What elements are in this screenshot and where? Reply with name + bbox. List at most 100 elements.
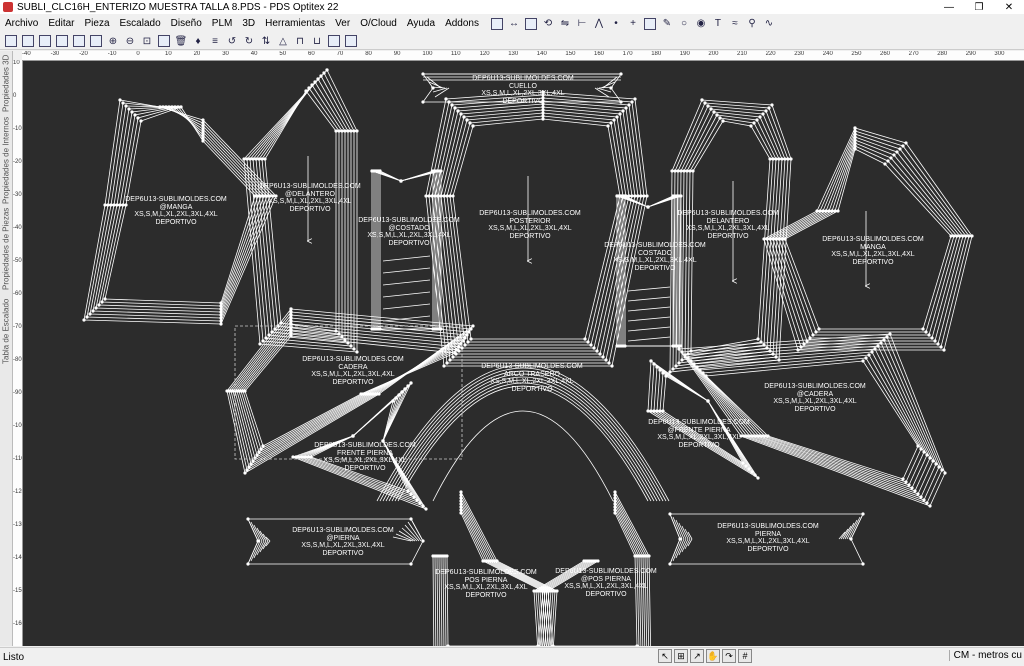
ruler-tick-label: 80 xyxy=(365,51,372,57)
grade-point xyxy=(451,194,455,198)
tab-propiedades-3d[interactable]: Propiedades 3D xyxy=(0,53,12,113)
grade-point xyxy=(97,303,101,307)
grade-point xyxy=(453,106,457,110)
save-icon[interactable] xyxy=(38,34,52,48)
new-file-icon[interactable] xyxy=(4,34,18,48)
grid-mode-icon[interactable]: # xyxy=(738,649,752,663)
grade-point xyxy=(952,234,956,238)
image-icon[interactable] xyxy=(327,34,341,48)
document-icon[interactable] xyxy=(344,34,358,48)
piece-pierna-right-grade xyxy=(678,522,687,540)
curve-tool-icon[interactable]: ∿ xyxy=(762,17,776,31)
grade-point xyxy=(786,157,790,161)
menu-editar[interactable]: Editar xyxy=(43,18,79,29)
tab-propiedades-piezas[interactable]: Propiedades de Piezas xyxy=(0,207,12,291)
hand-mode-icon[interactable]: ✋ xyxy=(706,649,720,663)
grade-point xyxy=(627,103,631,107)
curve-mode-icon[interactable]: ↷ xyxy=(722,649,736,663)
piece-label-pos-pierna-right: DEP6U13-SUBLIMOLDES.COM @POS PIERNA XS,S,M… xyxy=(555,568,657,598)
menu-herramientas[interactable]: Herramientas xyxy=(260,18,330,29)
copy-icon[interactable] xyxy=(72,34,86,48)
grade-point xyxy=(939,345,943,349)
align-icon[interactable]: ≡ xyxy=(208,34,222,48)
grade-point xyxy=(680,358,684,362)
grade-point xyxy=(668,562,672,566)
grade-point xyxy=(709,107,713,111)
circle-tool-icon[interactable]: ○ xyxy=(677,17,691,31)
grade-point xyxy=(133,113,137,117)
tab-tabla-escalado[interactable]: Tabla de Escalado xyxy=(0,295,12,367)
zoom-in-icon[interactable]: ⊕ xyxy=(106,34,120,48)
grade-point xyxy=(870,350,874,354)
drag-mode-icon[interactable]: ↗ xyxy=(690,649,704,663)
print-icon[interactable] xyxy=(55,34,69,48)
menu-pieza[interactable]: Pieza xyxy=(79,18,114,29)
tab-propiedades-internos[interactable]: Propiedades de Internos xyxy=(0,115,12,205)
piece-costado-right-grade xyxy=(627,326,671,332)
minimize-button[interactable]: — xyxy=(934,0,964,14)
pin-tool-icon[interactable]: ⚲ xyxy=(745,17,759,31)
menu-ver[interactable]: Ver xyxy=(330,18,355,29)
split-icon[interactable]: ⊓ xyxy=(293,34,307,48)
menu-plm[interactable]: PLM xyxy=(207,18,238,29)
menu-addons[interactable]: Addons xyxy=(440,18,484,29)
grade-point xyxy=(715,113,719,117)
menu-ocloud[interactable]: O/Cloud xyxy=(355,18,402,29)
flip-icon[interactable]: ⇅ xyxy=(259,34,273,48)
rotate-tool-icon[interactable]: ⟲ xyxy=(541,17,555,31)
grade-point xyxy=(677,361,681,365)
piece-label-cadera-right: DEP6U13-SUBLIMOLDES.COM @CADERA XS,S,M,L,X… xyxy=(764,383,866,413)
grade-point xyxy=(612,118,616,122)
grade-point xyxy=(756,337,760,341)
grade-point xyxy=(225,389,229,393)
globe-tool-icon[interactable]: ◉ xyxy=(694,17,708,31)
grade-point xyxy=(889,156,893,160)
marker-icon[interactable]: ♦ xyxy=(191,34,205,48)
grid-tool-icon[interactable] xyxy=(490,17,504,31)
point-tool-icon[interactable]: • xyxy=(609,17,623,31)
piece-costado-right-grade xyxy=(627,336,671,342)
menu-3d[interactable]: 3D xyxy=(237,18,260,29)
delete-icon[interactable]: 🗑 xyxy=(174,34,188,48)
zoom-out-icon[interactable]: ⊖ xyxy=(123,34,137,48)
close-button[interactable]: ✕ xyxy=(994,0,1024,14)
rotate-right-icon[interactable]: ↻ xyxy=(242,34,256,48)
layer-tool-icon[interactable] xyxy=(643,17,657,31)
grade-point xyxy=(861,359,865,363)
grade-point xyxy=(833,209,837,213)
grade-point xyxy=(399,179,403,183)
piece-costado-left xyxy=(371,170,442,330)
menu-archivo[interactable]: Archivo xyxy=(0,18,43,29)
menu-escalado[interactable]: Escalado xyxy=(115,18,166,29)
mirror-tool-icon[interactable]: ⇋ xyxy=(558,17,572,31)
pattern-canvas[interactable]: DEP6U13-SUBLIMOLDES.COM CUELLO XS,S,M,L,XL… xyxy=(23,61,1024,646)
notch-tool-icon[interactable]: ⊢ xyxy=(575,17,589,31)
vertical-ruler: 10 0 -10 -20 -30 -40 -50 -60 -70 -80 -90 -100 -110 -1… xyxy=(13,60,23,646)
grade-point xyxy=(615,344,619,348)
grade-icon[interactable]: △ xyxy=(276,34,290,48)
piece-tool-icon[interactable] xyxy=(524,17,538,31)
menu-diseno[interactable]: Diseño xyxy=(166,18,207,29)
pen-tool-icon[interactable]: ✎ xyxy=(660,17,674,31)
units-indicator[interactable]: CM - metros cu xyxy=(948,650,1022,661)
snap-mode-icon[interactable]: ⊞ xyxy=(674,649,688,663)
grade-point xyxy=(246,562,250,566)
grade-point xyxy=(377,392,381,396)
seam-tool-icon[interactable]: ≈ xyxy=(728,17,742,31)
merge-icon[interactable]: ⊔ xyxy=(310,34,324,48)
add-point-icon[interactable]: + xyxy=(626,17,640,31)
measure-tool-icon[interactable]: ↔ xyxy=(507,17,521,31)
menu-ayuda[interactable]: Ayuda xyxy=(402,18,440,29)
open-file-icon[interactable] xyxy=(21,34,35,48)
cursor-mode-icon[interactable]: ↖ xyxy=(658,649,672,663)
grade-point xyxy=(712,110,716,114)
paste-icon[interactable] xyxy=(89,34,103,48)
dart-tool-icon[interactable]: ⋀ xyxy=(592,17,606,31)
grade-point xyxy=(688,169,692,173)
text-tool-icon[interactable]: T xyxy=(711,17,725,31)
ruler-tick-label: -140 xyxy=(13,555,22,561)
rotate-left-icon[interactable]: ↺ xyxy=(225,34,239,48)
select-all-icon[interactable] xyxy=(157,34,171,48)
maximize-button[interactable]: ❐ xyxy=(964,0,994,14)
zoom-fit-icon[interactable]: ⊡ xyxy=(140,34,154,48)
